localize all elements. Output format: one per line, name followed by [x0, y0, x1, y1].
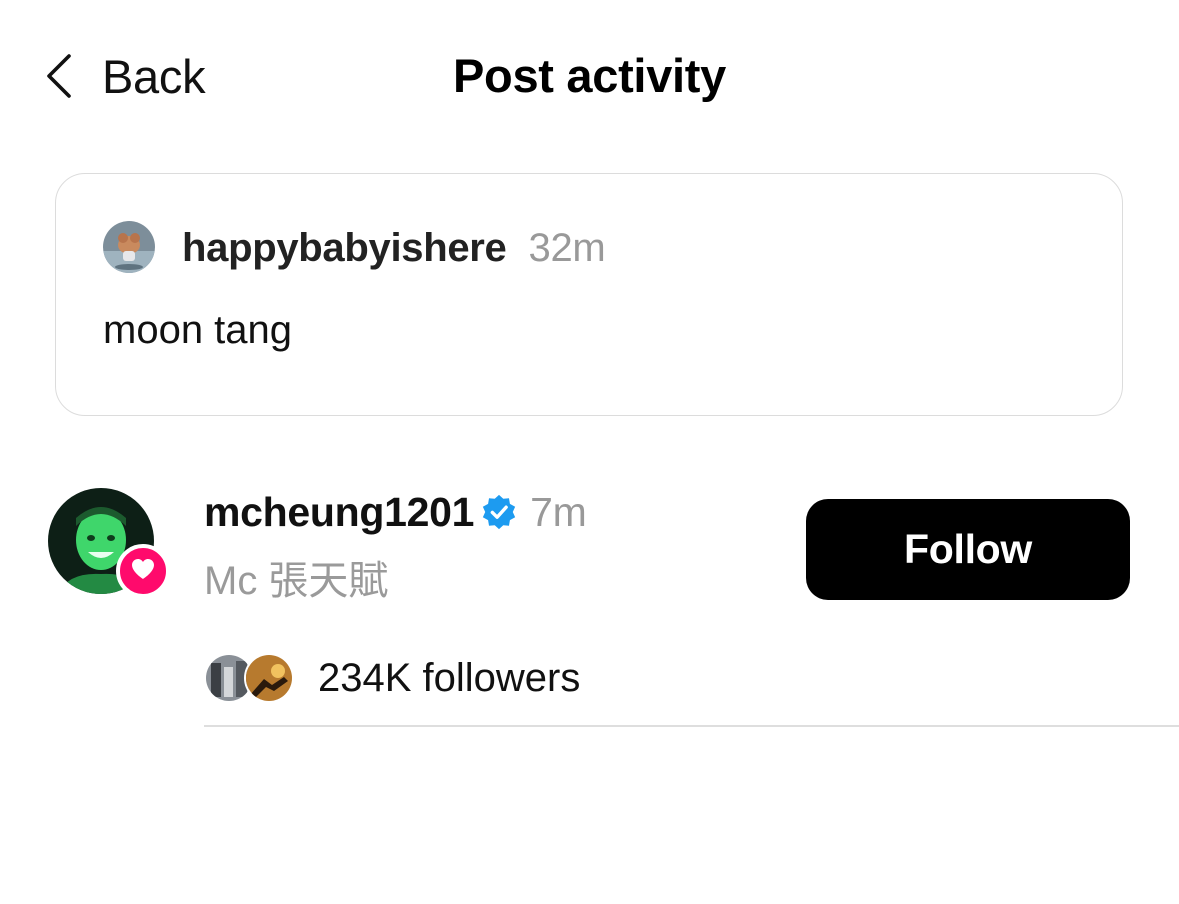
post-timestamp: 32m	[528, 226, 606, 270]
activity-username[interactable]: mcheung1201	[204, 488, 474, 536]
post-author-line: happybabyishere 32m	[182, 224, 606, 272]
post-card[interactable]: happybabyishere 32m moon tang	[55, 173, 1123, 416]
post-text: moon tang	[103, 308, 293, 352]
followers-summary[interactable]: 234K followers	[204, 652, 580, 704]
follower-avatar	[244, 653, 294, 703]
row-divider	[204, 725, 1179, 727]
activity-timestamp: 7m	[530, 489, 587, 535]
follow-button[interactable]: Follow	[806, 499, 1130, 600]
verified-badge-icon	[480, 493, 518, 531]
followers-count: 234K followers	[318, 655, 581, 700]
page-title: Post activity	[453, 49, 726, 102]
post-author-avatar[interactable]	[103, 221, 155, 273]
post-author-username[interactable]: happybabyishere	[182, 226, 507, 270]
heart-icon	[131, 558, 155, 585]
activity-full-name: Mc 張天賦	[204, 559, 389, 603]
like-badge	[116, 544, 170, 598]
activity-user-line: mcheung1201 7m	[204, 488, 587, 536]
